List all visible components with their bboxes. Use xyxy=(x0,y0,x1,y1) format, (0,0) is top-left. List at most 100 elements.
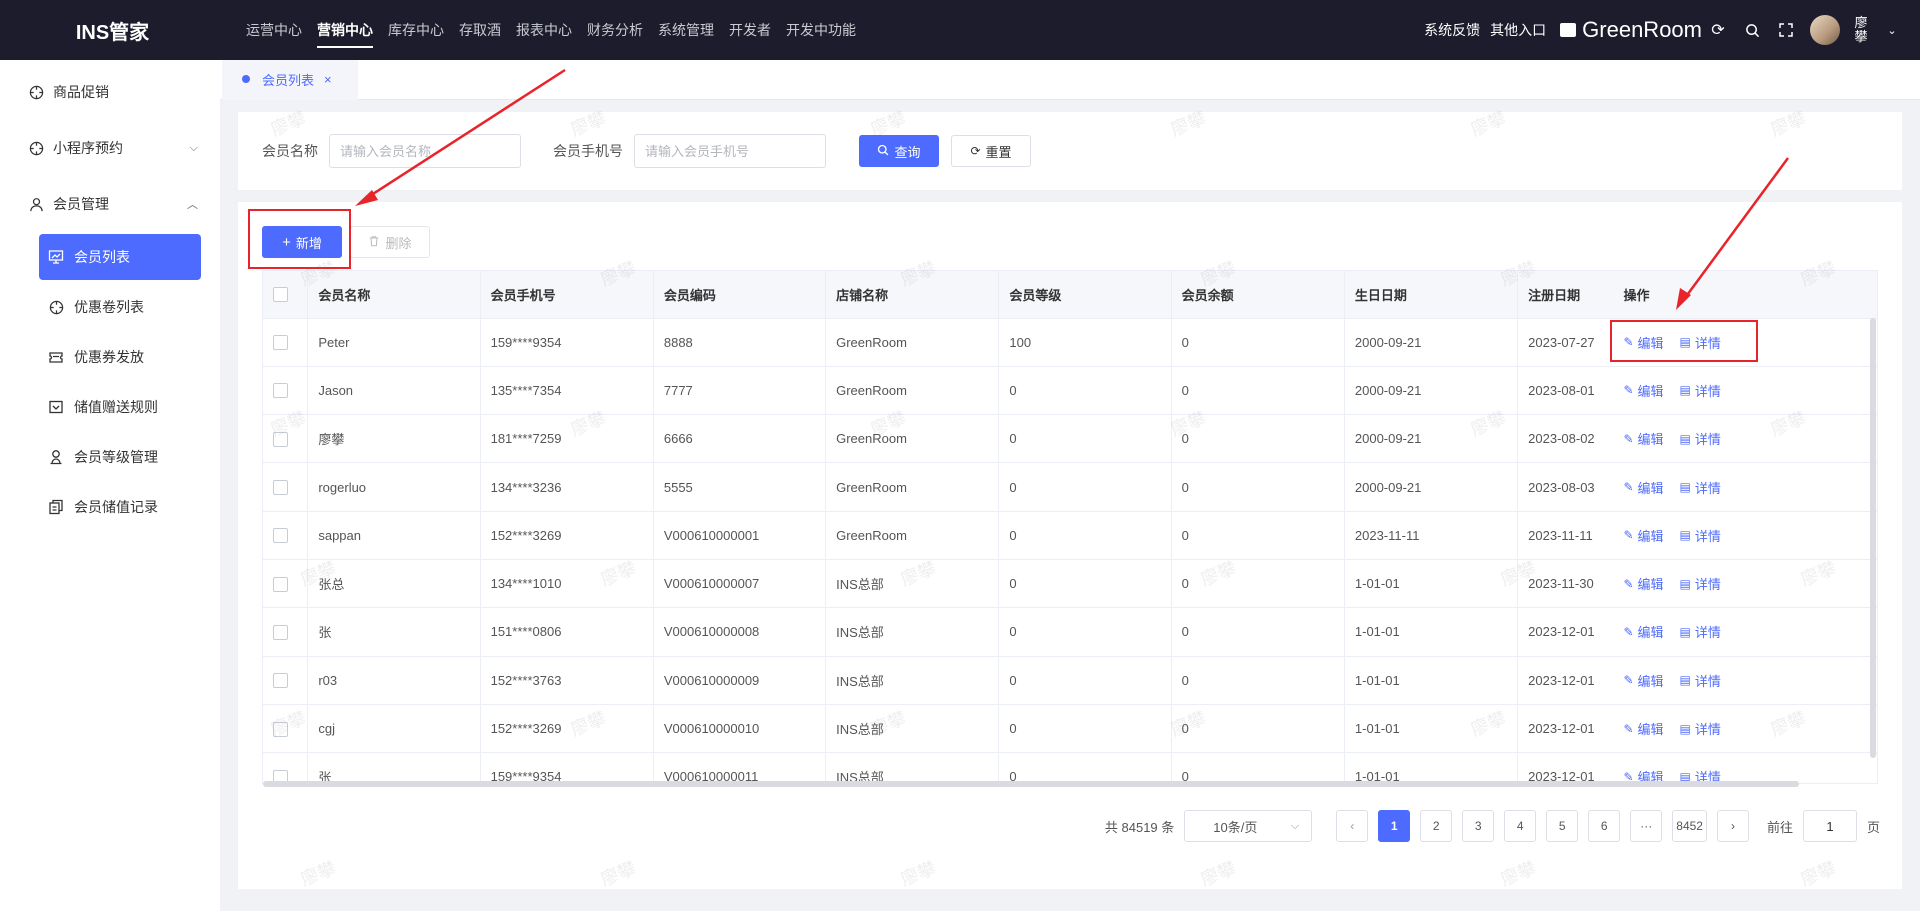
user-avatar[interactable] xyxy=(1810,15,1840,45)
row-select-cell xyxy=(263,511,309,560)
sidebar-item-stored-value-records[interactable]: 会员储值记录 xyxy=(39,484,201,530)
edit-link[interactable]: ✎ 编辑 xyxy=(1623,526,1663,545)
edit-link[interactable]: ✎ 编辑 xyxy=(1623,333,1663,352)
detail-link[interactable]: ▤ 详情 xyxy=(1680,671,1721,690)
column-header[interactable]: 会员余额 xyxy=(1171,271,1345,319)
detail-link[interactable]: ▤ 详情 xyxy=(1680,622,1721,641)
page-button[interactable]: 8452 xyxy=(1672,810,1707,842)
page-button[interactable]: 4 xyxy=(1504,810,1537,842)
add-member-button[interactable]: + 新增 xyxy=(262,226,342,258)
sidebar-group-promotion[interactable]: 商品促销 xyxy=(0,64,220,120)
search-icon[interactable] xyxy=(1742,20,1762,40)
sidebar-group-member-management[interactable]: 会员管理 ︿ xyxy=(0,176,220,232)
row-checkbox[interactable] xyxy=(273,335,288,351)
member-phone-label: 会员手机号 xyxy=(553,143,623,159)
sidebar-item-member-list[interactable]: 会员列表 xyxy=(39,234,201,280)
row-checkbox[interactable] xyxy=(273,721,288,737)
goto-page-input[interactable] xyxy=(1802,810,1857,842)
column-header[interactable]: 会员编码 xyxy=(653,271,827,319)
column-header[interactable]: 店铺名称 xyxy=(825,271,1000,319)
member-name-input[interactable] xyxy=(329,134,521,168)
fullscreen-icon[interactable] xyxy=(1776,20,1796,40)
member-phone-input[interactable] xyxy=(634,134,826,168)
table-toolbar: + 新增 删除 xyxy=(262,226,430,258)
row-checkbox[interactable] xyxy=(273,576,288,592)
search-icon xyxy=(877,144,889,159)
edit-link[interactable]: ✎ 编辑 xyxy=(1623,478,1663,497)
sidebar-group-miniapp-booking[interactable]: 小程序预约 ⌵ xyxy=(0,120,220,176)
store-switcher[interactable]: GreenRoom ⟳ xyxy=(1560,17,1728,43)
page-button[interactable]: 3 xyxy=(1462,810,1495,842)
page-button[interactable]: 1 xyxy=(1378,810,1411,842)
detail-link[interactable]: ▤ 详情 xyxy=(1680,381,1721,400)
nav-item-inventory[interactable]: 库存中心 xyxy=(388,0,444,60)
user-name[interactable]: 廖攀 xyxy=(1854,16,1868,44)
feedback-link[interactable]: 系统反馈 xyxy=(1424,20,1480,40)
delete-button[interactable]: 删除 xyxy=(350,226,430,258)
query-button[interactable]: 查询 xyxy=(859,135,939,167)
nav-item-in-development[interactable]: 开发中功能 xyxy=(786,0,856,60)
nav-item-reports[interactable]: 报表中心 xyxy=(516,0,572,60)
nav-item-marketing[interactable]: 营销中心 xyxy=(317,0,373,60)
select-all-checkbox[interactable] xyxy=(273,287,288,303)
close-icon[interactable]: × xyxy=(324,72,332,87)
nav-item-system[interactable]: 系统管理 xyxy=(658,0,714,60)
next-page-button[interactable]: › xyxy=(1716,810,1749,842)
chevron-down-icon[interactable]: ⌄ xyxy=(1882,20,1902,40)
column-header[interactable]: 注册日期 xyxy=(1517,271,1615,319)
other-entry-link[interactable]: 其他入口 xyxy=(1490,20,1546,40)
prev-page-button[interactable]: ‹ xyxy=(1336,810,1369,842)
row-checkbox[interactable] xyxy=(273,383,288,399)
detail-link[interactable]: ▤ 详情 xyxy=(1680,574,1721,593)
nav-item-wine-storage[interactable]: 存取酒 xyxy=(459,0,501,60)
chevron-up-icon: ︿ xyxy=(187,199,198,211)
nav-item-developer[interactable]: 开发者 xyxy=(729,0,771,60)
edit-link[interactable]: ✎ 编辑 xyxy=(1623,381,1663,400)
nav-item-finance[interactable]: 财务分析 xyxy=(587,0,643,60)
row-checkbox[interactable] xyxy=(273,528,288,544)
table-cell: cgj xyxy=(307,704,481,754)
tab-member-list[interactable]: 会员列表 × xyxy=(222,60,358,100)
sidebar-item-member-levels[interactable]: 会员等级管理 xyxy=(39,434,201,480)
page-button[interactable]: 2 xyxy=(1420,810,1453,842)
column-header[interactable]: 会员手机号 xyxy=(480,271,654,319)
table-cell: 2023-12-01 xyxy=(1517,752,1615,783)
page-size-select[interactable]: 10条/页 ⌵ xyxy=(1184,810,1313,842)
column-header[interactable]: 生日日期 xyxy=(1344,271,1519,319)
page-button[interactable]: 6 xyxy=(1588,810,1621,842)
sidebar-item-coupon-issue[interactable]: 优惠券发放 xyxy=(39,334,201,380)
row-checkbox[interactable] xyxy=(273,431,288,447)
edit-link[interactable]: ✎ 编辑 xyxy=(1623,671,1663,690)
goto-label: 前往 xyxy=(1766,819,1793,835)
vertical-scrollbar[interactable] xyxy=(1870,318,1876,758)
refresh-icon[interactable]: ⟳ xyxy=(1708,20,1728,40)
row-checkbox[interactable] xyxy=(273,624,288,640)
detail-link[interactable]: ▤ 详情 xyxy=(1680,429,1721,448)
detail-link[interactable]: ▤ 详情 xyxy=(1680,333,1721,352)
nav-item-operations[interactable]: 运营中心 xyxy=(246,0,302,60)
row-select-cell xyxy=(263,607,309,657)
sidebar-item-stored-value-rules[interactable]: 储值赠送规则 xyxy=(39,384,201,430)
edit-link[interactable]: ✎ 编辑 xyxy=(1623,719,1663,738)
detail-link[interactable]: ▤ 详情 xyxy=(1680,478,1721,497)
edit-link[interactable]: ✎ 编辑 xyxy=(1623,622,1663,641)
detail-link[interactable]: ▤ 详情 xyxy=(1680,526,1721,545)
column-header[interactable]: 会员名称 xyxy=(307,271,481,319)
row-checkbox[interactable] xyxy=(273,673,288,689)
page-button[interactable]: ··· xyxy=(1630,810,1663,842)
table-cell: 0 xyxy=(1171,752,1345,783)
edit-link[interactable]: ✎ 编辑 xyxy=(1623,429,1663,448)
horizontal-scrollbar[interactable] xyxy=(263,781,1799,787)
column-header[interactable]: 会员等级 xyxy=(998,271,1172,319)
table-cell: 159****9354 xyxy=(480,318,654,367)
table-cell: 152****3269 xyxy=(480,704,654,754)
page-button[interactable]: 5 xyxy=(1546,810,1579,842)
app-logo[interactable]: INS管家 xyxy=(0,16,225,45)
row-checkbox[interactable] xyxy=(273,480,288,496)
reset-button[interactable]: ⟳ 重置 xyxy=(951,135,1031,167)
table-cell: 2023-11-30 xyxy=(1517,559,1615,609)
detail-link[interactable]: ▤ 详情 xyxy=(1680,719,1721,738)
edit-link[interactable]: ✎ 编辑 xyxy=(1623,574,1663,593)
sidebar-item-coupon-list[interactable]: 优惠卷列表 xyxy=(39,284,201,330)
table-cell: 6666 xyxy=(653,414,827,464)
